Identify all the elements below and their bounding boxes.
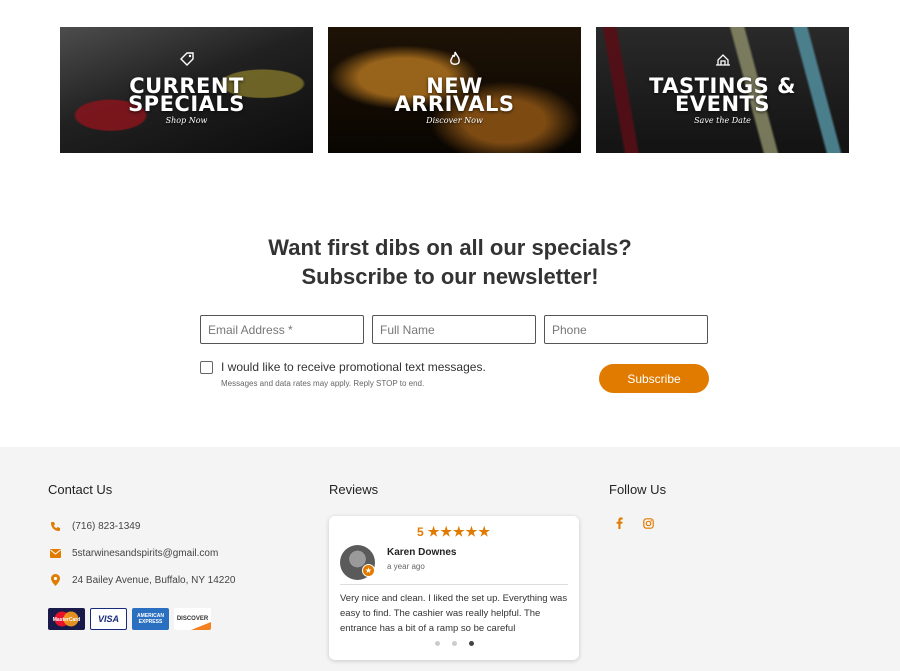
contact-phone[interactable]: (716) 823-1349 xyxy=(48,520,140,532)
mastercard-text: MasterCard xyxy=(53,617,81,623)
tile-subtitle: Discover Now xyxy=(426,116,483,125)
tile-new-arrivals[interactable]: NEW ARRIVALS Discover Now xyxy=(328,27,581,153)
local-guide-badge-icon: ★ xyxy=(362,564,375,577)
carousel-dot-active[interactable] xyxy=(468,641,474,646)
follow-title: Follow Us xyxy=(609,482,667,497)
envelope-icon xyxy=(48,547,62,559)
carousel-dot[interactable] xyxy=(451,641,457,646)
map-pin-icon xyxy=(48,574,62,586)
full-name-field[interactable] xyxy=(372,315,536,344)
instagram-icon[interactable] xyxy=(642,517,654,529)
contact-title: Contact Us xyxy=(48,482,113,497)
flame-icon xyxy=(449,51,460,65)
review-text: Very nice and clean. I liked the set up.… xyxy=(340,593,568,634)
subscribe-button[interactable]: Subscribe xyxy=(599,364,709,393)
tile-subtitle: Save the Date xyxy=(694,116,751,125)
newsletter-heading: Want first dibs on all our specials? Subs… xyxy=(268,235,632,289)
facebook-icon[interactable] xyxy=(613,517,625,529)
review-divider xyxy=(340,584,568,585)
tile-tastings-events[interactable]: TASTINGS & EVENTS Save the Date xyxy=(596,27,849,153)
phone-number: (716) 823-1349 xyxy=(72,520,141,532)
newsletter-form xyxy=(200,315,708,344)
amex-logo: AMERICAN EXPRESS xyxy=(132,608,169,630)
phone-icon xyxy=(48,520,62,532)
newsletter-section: Want first dibs on all our specials? Subs… xyxy=(0,233,900,291)
carousel-dot[interactable] xyxy=(434,641,440,646)
promo-tiles: CURRENT SPECIALS Shop Now NEW ARRIVALS Dis… xyxy=(60,27,849,153)
sms-optin-label: I would like to receive promotional text… xyxy=(221,360,486,374)
sms-optin-note: Messages and data rates may apply. Reply… xyxy=(221,379,425,388)
phone-field[interactable] xyxy=(544,315,708,344)
sms-optin-checkbox[interactable] xyxy=(200,361,213,374)
review-card: 5 ★★★★★ ★ Karen Downes a year ago Very ni… xyxy=(329,516,579,660)
carousel-dots xyxy=(329,641,579,646)
payment-cards: MasterCard VISA AMERICAN EXPRESS DISCOVER xyxy=(48,608,211,630)
wine-glasses-icon xyxy=(715,54,730,66)
tile-subtitle: Shop Now xyxy=(165,116,208,125)
email-address: 5starwinesandspirits@gmail.com xyxy=(72,547,219,559)
reviewer-name: Karen Downes xyxy=(387,547,457,558)
contact-email[interactable]: 5starwinesandspirits@gmail.com xyxy=(48,547,218,559)
reviews-title: Reviews xyxy=(329,482,379,497)
discover-logo: DISCOVER xyxy=(174,608,211,630)
star-icon: ★★★★★ xyxy=(427,524,491,539)
visa-logo: VISA xyxy=(90,608,127,630)
tile-title: TASTINGS & EVENTS xyxy=(649,74,796,116)
street-address: 24 Bailey Avenue, Buffalo, NY 14220 xyxy=(72,574,236,586)
email-field[interactable] xyxy=(200,315,364,344)
sms-optin: I would like to receive promotional text… xyxy=(200,360,486,388)
review-rating: 5 ★★★★★ xyxy=(329,524,579,540)
tag-icon xyxy=(179,52,194,66)
review-time: a year ago xyxy=(387,562,425,571)
tile-title: NEW ARRIVALS xyxy=(394,74,515,116)
tile-current-specials[interactable]: CURRENT SPECIALS Shop Now xyxy=(60,27,313,153)
contact-address[interactable]: 24 Bailey Avenue, Buffalo, NY 14220 xyxy=(48,574,235,586)
tile-title: CURRENT SPECIALS xyxy=(128,74,245,116)
mastercard-logo: MasterCard xyxy=(48,608,85,630)
social-links xyxy=(613,517,654,529)
rating-value: 5 xyxy=(417,525,424,539)
footer: Contact Us (716) 823-1349 5starwinesands… xyxy=(0,447,900,671)
